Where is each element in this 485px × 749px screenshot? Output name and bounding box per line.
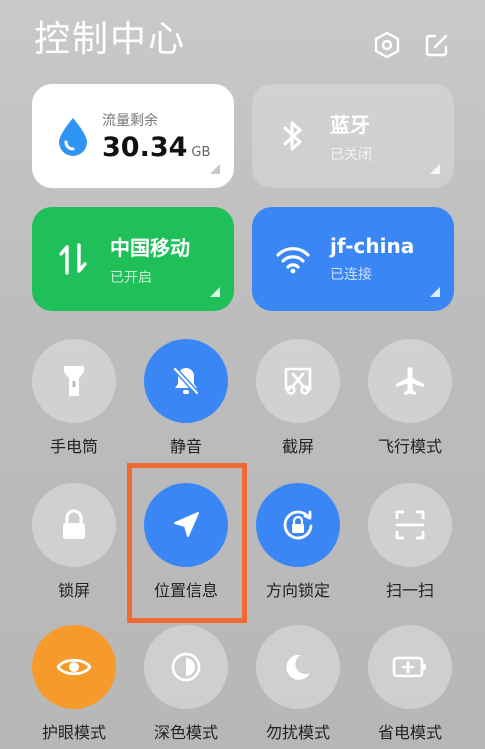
water-drop-icon xyxy=(48,116,98,156)
toggle-battery-saver[interactable]: 省电模式 xyxy=(354,625,466,743)
toggle-do-not-disturb[interactable]: 勿扰模式 xyxy=(242,625,354,743)
expand-corner-icon xyxy=(210,287,220,297)
toggle-label: 锁屏 xyxy=(57,581,90,600)
highlight-box xyxy=(127,463,247,623)
wifi-status: 已连接 xyxy=(330,267,372,283)
toggle-label: 深色模式 xyxy=(153,723,218,742)
toggle-label: 护眼模式 xyxy=(41,723,106,742)
expand-corner-icon xyxy=(430,287,440,297)
toggle-label: 飞行模式 xyxy=(377,437,442,456)
edit-icon[interactable] xyxy=(422,30,452,60)
scissors-screenshot-icon[interactable] xyxy=(256,339,340,423)
data-usage-card[interactable]: 流量剩余 30.34 GB xyxy=(32,84,234,188)
toggle-label: 静音 xyxy=(169,437,202,456)
wifi-title: jf-china xyxy=(330,234,415,258)
toggle-scan[interactable]: 扫一扫 xyxy=(354,483,466,601)
toggle-label: 方向锁定 xyxy=(265,581,330,600)
data-unit: GB xyxy=(191,144,211,160)
data-label: 流量剩余 xyxy=(102,112,158,129)
flashlight-icon[interactable] xyxy=(32,339,116,423)
bluetooth-icon xyxy=(268,118,318,154)
scan-icon[interactable] xyxy=(368,483,452,567)
toggle-label: 扫一扫 xyxy=(385,581,434,600)
toggle-silent[interactable]: 静音 xyxy=(130,339,242,457)
cellular-status: 已开启 xyxy=(110,269,152,286)
battery-icon[interactable] xyxy=(368,625,452,709)
eye-icon[interactable] xyxy=(32,625,116,709)
bluetooth-title: 蓝牙 xyxy=(330,112,370,137)
toggle-eye-care[interactable]: 护眼模式 xyxy=(18,625,130,743)
wifi-icon xyxy=(268,244,318,274)
toggle-rotation-lock[interactable]: 方向锁定 xyxy=(242,483,354,601)
mobile-data-arrows-icon xyxy=(48,241,98,277)
toggle-label: 截屏 xyxy=(281,437,314,456)
toggle-label: 手电筒 xyxy=(49,437,98,456)
wifi-card[interactable]: jf-china 已连接 xyxy=(252,207,454,311)
mute-bell-icon[interactable] xyxy=(144,339,228,423)
cellular-card[interactable]: 中国移动 已开启 xyxy=(32,207,234,311)
toggle-label: 勿扰模式 xyxy=(265,723,330,742)
lock-icon[interactable] xyxy=(32,483,116,567)
cellular-title: 中国移动 xyxy=(110,235,190,260)
toggle-dark-mode[interactable]: 深色模式 xyxy=(130,625,242,743)
toggle-airplane[interactable]: 飞行模式 xyxy=(354,339,466,457)
page-title: 控制中心 xyxy=(34,19,187,60)
toggle-screenshot[interactable]: 截屏 xyxy=(242,339,354,457)
bluetooth-status: 已关闭 xyxy=(330,146,372,163)
bluetooth-card[interactable]: 蓝牙 已关闭 xyxy=(252,84,454,188)
airplane-icon[interactable] xyxy=(368,339,452,423)
contrast-icon[interactable] xyxy=(144,625,228,709)
rotation-lock-icon[interactable] xyxy=(256,483,340,567)
toggle-label: 省电模式 xyxy=(377,723,442,742)
moon-icon[interactable] xyxy=(256,625,340,709)
settings-hexagon-icon[interactable] xyxy=(372,30,402,60)
expand-corner-icon xyxy=(210,164,220,174)
toggle-flashlight[interactable]: 手电筒 xyxy=(18,339,130,457)
expand-corner-icon xyxy=(430,164,440,174)
toggle-lock-screen[interactable]: 锁屏 xyxy=(18,483,130,601)
data-value: 30.34 xyxy=(102,131,188,163)
